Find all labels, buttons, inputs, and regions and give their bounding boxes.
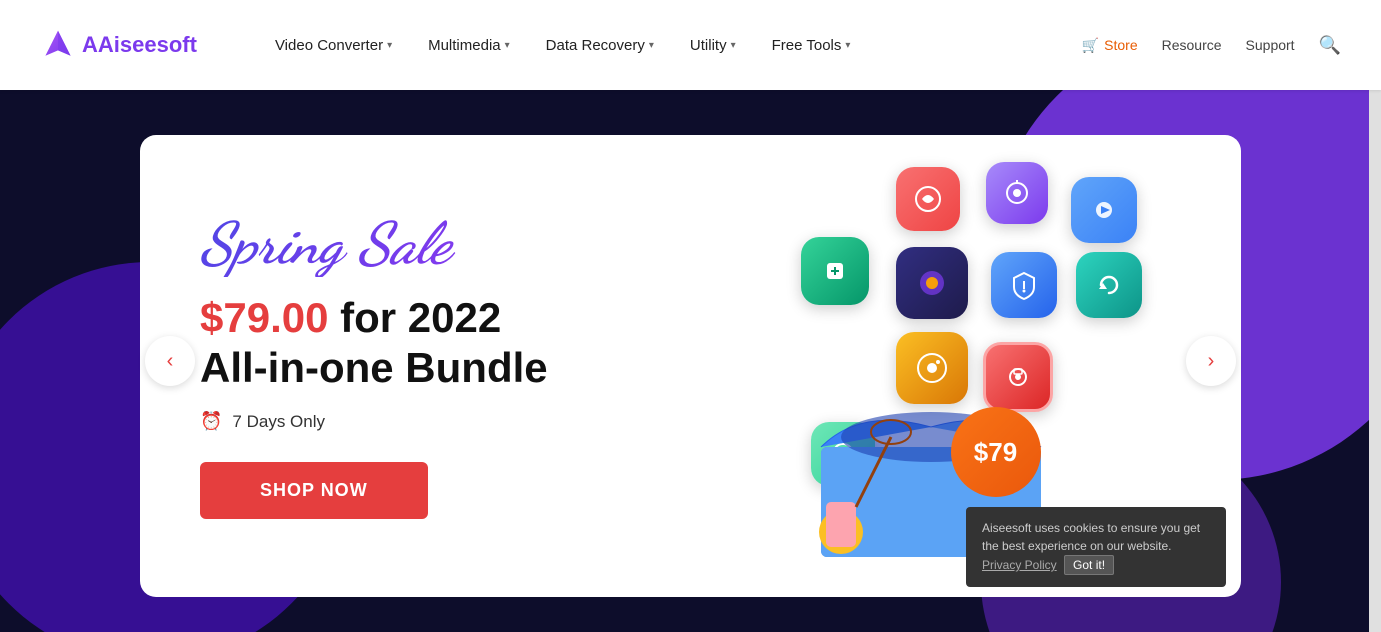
price-for-text: for 2022 <box>340 294 501 341</box>
nav-item-data-recovery[interactable]: Data Recovery ▾ <box>528 29 672 62</box>
timer-line: ⏰ 7 Days Only <box>200 411 680 432</box>
app-icons-container: $79 <box>721 157 1141 557</box>
spring-sale-title: Spring Sale <box>200 213 680 277</box>
logo-text: AAiseesoft <box>82 32 197 58</box>
price-line: $79.00 for 2022 <box>200 295 680 341</box>
cookie-notice: Aiseesoft uses cookies to ensure you get… <box>966 507 1226 587</box>
bundle-title: All-in-one Bundle <box>200 345 680 391</box>
hero-image-area: $79 <box>680 175 1181 557</box>
top-nav-right: 🛒 Store Resource Support 🔍 <box>1082 35 1341 56</box>
main-nav: Video Converter ▾ Multimedia ▾ Data Reco… <box>257 29 1082 62</box>
nav-item-video-converter[interactable]: Video Converter ▾ <box>257 29 410 62</box>
chevron-down-icon: ▾ <box>505 40 510 51</box>
right-arrow-icon: › <box>1208 350 1215 373</box>
chevron-down-icon: ▾ <box>387 40 392 51</box>
next-arrow-button[interactable]: › <box>1186 336 1236 386</box>
chevron-down-icon: ▾ <box>845 40 850 51</box>
support-link[interactable]: Support <box>1246 37 1295 53</box>
left-arrow-icon: ‹ <box>167 350 174 373</box>
privacy-policy-link[interactable]: Privacy Policy <box>982 558 1057 572</box>
cart-icon: 🛒 <box>1082 37 1099 54</box>
app-icon-5 <box>896 247 968 319</box>
store-link[interactable]: 🛒 Store <box>1082 37 1138 54</box>
nav-item-utility[interactable]: Utility ▾ <box>672 29 754 62</box>
search-icon[interactable]: 🔍 <box>1319 35 1341 56</box>
chevron-down-icon: ▾ <box>649 40 654 51</box>
app-icon-1 <box>896 167 960 231</box>
resource-link[interactable]: Resource <box>1162 37 1222 53</box>
hero-content: Spring Sale $79.00 for 2022 All-in-one B… <box>200 213 680 519</box>
price-value: $79.00 <box>200 294 328 341</box>
price-badge: $79 <box>951 407 1041 497</box>
app-icon-3 <box>1071 177 1137 243</box>
app-icon-4 <box>801 237 869 305</box>
header: AAiseesoft Video Converter ▾ Multimedia … <box>0 0 1381 90</box>
shop-now-button[interactable]: SHOP NOW <box>200 462 428 519</box>
cookie-got-it-button[interactable]: Got it! <box>1064 555 1114 575</box>
app-icon-6 <box>991 252 1057 318</box>
app-icon-7 <box>1076 252 1142 318</box>
chevron-down-icon: ▾ <box>731 40 736 51</box>
app-icon-2 <box>986 162 1048 224</box>
nav-item-multimedia[interactable]: Multimedia ▾ <box>410 29 528 62</box>
timer-text: 7 Days Only <box>232 412 325 432</box>
prev-arrow-button[interactable]: ‹ <box>145 336 195 386</box>
clock-icon: ⏰ <box>200 411 222 432</box>
hero-section: ‹ › Spring Sale $79.00 for 2022 All-in-o… <box>0 90 1381 632</box>
scrollbar[interactable] <box>1369 0 1381 632</box>
logo[interactable]: AAiseesoft <box>40 27 197 63</box>
nav-item-free-tools[interactable]: Free Tools ▾ <box>754 29 869 62</box>
cookie-message: Aiseesoft uses cookies to ensure you get… <box>982 521 1200 553</box>
